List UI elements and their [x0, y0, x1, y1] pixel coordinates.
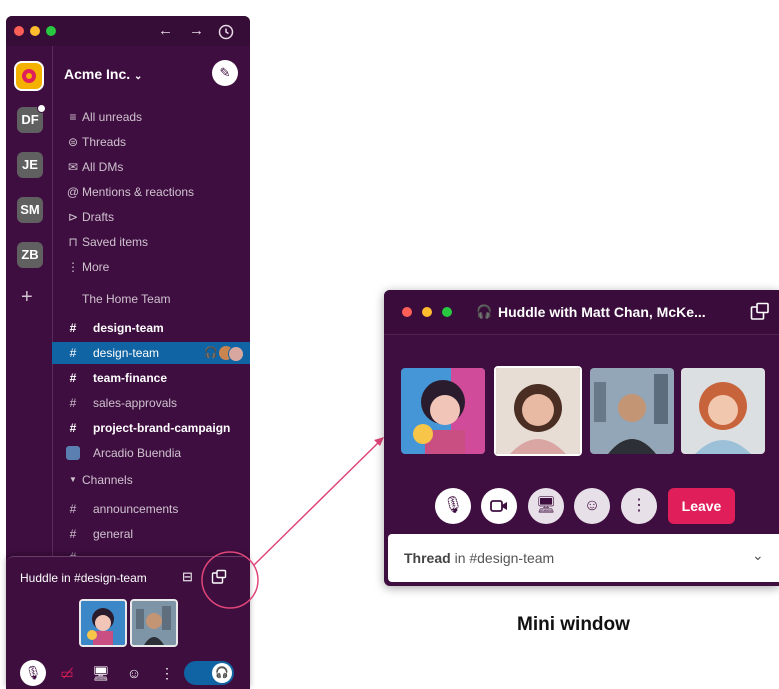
participant-video-active [494, 366, 582, 456]
mini-window: 🎧 Huddle with Matt Chan, McKe... 🎙 🖥 ☺ ⋮… [384, 290, 779, 586]
thread-bar[interactable]: Thread in #design-team ⌄ [388, 534, 779, 582]
emoji-icon[interactable]: ☺ [574, 488, 610, 524]
maximize-window-dot[interactable] [442, 307, 452, 317]
close-window-dot[interactable] [402, 307, 412, 317]
caption: Mini window [517, 614, 630, 635]
popout-window-icon[interactable] [750, 302, 770, 327]
participant-video [590, 368, 674, 454]
more-icon[interactable]: ⋮ [621, 488, 657, 524]
minimize-window-dot[interactable] [422, 307, 432, 317]
leave-button[interactable]: Leave [668, 488, 735, 524]
screen-share-icon[interactable]: 🖥 [528, 488, 564, 524]
participant-video [681, 368, 765, 454]
video-camera-icon[interactable] [481, 488, 517, 524]
mic-icon[interactable]: 🎙 [435, 488, 471, 524]
mini-window-title: Huddle with Matt Chan, McKe... [498, 304, 706, 320]
headphones-icon: 🎧 [476, 304, 493, 319]
thread-label: Thread in #design-team [404, 550, 555, 566]
chevron-down-icon[interactable]: ⌄ [752, 547, 764, 564]
mini-window-titlebar: 🎧 Huddle with Matt Chan, McKe... [384, 290, 779, 335]
participant-video [401, 368, 485, 454]
